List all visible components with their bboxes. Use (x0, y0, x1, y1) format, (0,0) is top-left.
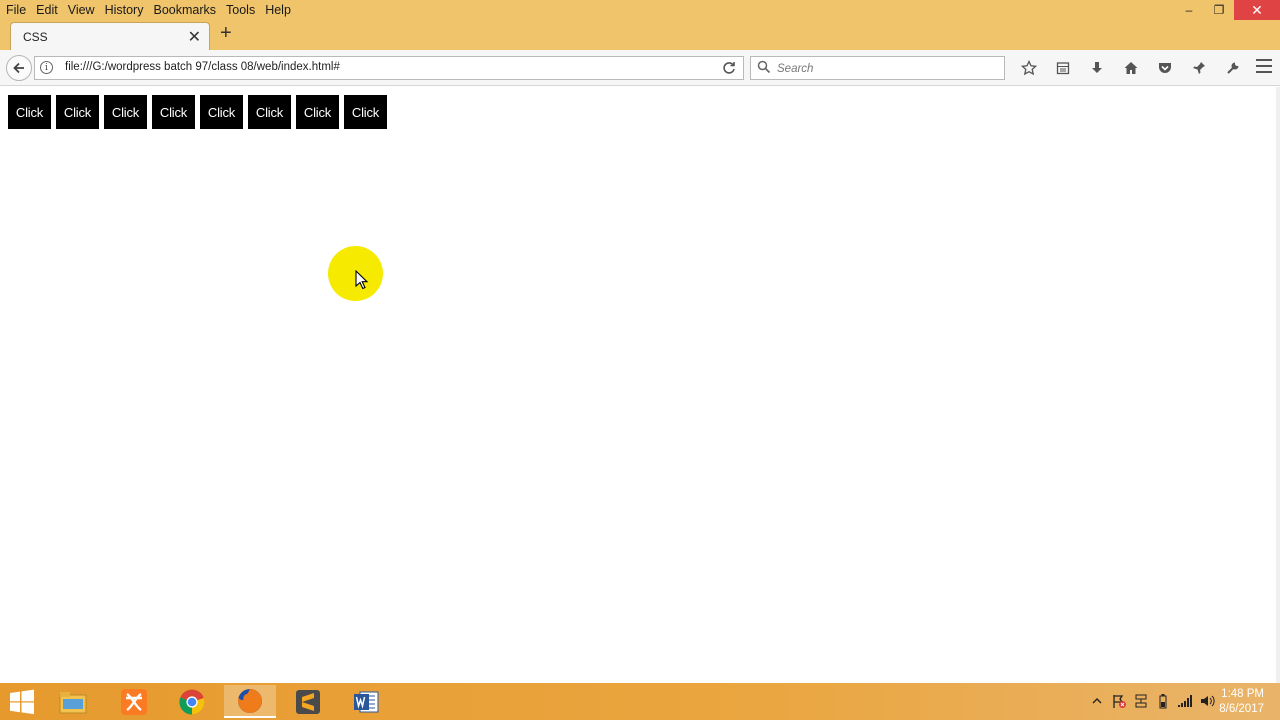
wifi-signal-icon[interactable] (1174, 693, 1196, 709)
menu-edit[interactable]: Edit (36, 3, 58, 17)
minimize-button[interactable]: – (1174, 0, 1204, 20)
xampp-icon (121, 688, 147, 715)
button-row: Click Click Click Click Click Click Clic… (8, 95, 392, 129)
firefox-app[interactable] (224, 685, 276, 718)
network-device-icon[interactable] (1130, 693, 1152, 709)
windows-start-icon[interactable] (8, 689, 36, 715)
click-button-6[interactable]: Click (248, 95, 291, 129)
developer-tools-icon[interactable] (1216, 56, 1250, 80)
tab-close-icon[interactable]: ✕ (188, 27, 201, 47)
extension-pin-icon[interactable] (1182, 56, 1216, 80)
show-hidden-icons-icon[interactable] (1086, 693, 1108, 709)
click-button-7[interactable]: Click (296, 95, 339, 129)
word-app[interactable] (340, 685, 392, 718)
sublime-text-app[interactable] (282, 685, 334, 718)
volume-icon[interactable] (1196, 693, 1218, 709)
system-tray (1086, 693, 1218, 709)
hamburger-line (1256, 71, 1272, 73)
hamburger-line (1256, 59, 1272, 61)
scrollbar[interactable] (1276, 87, 1280, 683)
menu-tools[interactable]: Tools (226, 3, 255, 17)
taskbar-clock[interactable]: 1:48 PM 8/6/2017 (1219, 687, 1264, 717)
mouse-cursor-icon (355, 270, 369, 290)
close-window-button[interactable]: ✕ (1234, 0, 1280, 20)
bookmark-star-icon[interactable] (1012, 56, 1046, 80)
hamburger-line (1256, 65, 1272, 67)
word-icon (354, 691, 379, 712)
battery-icon[interactable] (1152, 693, 1174, 709)
search-bar (750, 56, 1005, 80)
url-bar[interactable]: i file:///G:/wordpress batch 97/class 08… (34, 56, 744, 80)
file-explorer-app[interactable] (47, 685, 99, 718)
click-button-5[interactable]: Click (200, 95, 243, 129)
restore-button[interactable]: ❐ (1204, 0, 1234, 20)
menu-bookmarks[interactable]: Bookmarks (153, 3, 216, 17)
clock-date: 8/6/2017 (1219, 703, 1264, 715)
nav-bar: i file:///G:/wordpress batch 97/class 08… (0, 50, 1280, 86)
menu-hamburger-icon[interactable] (1256, 59, 1272, 77)
folder-icon (59, 691, 87, 713)
back-arrow-icon (13, 62, 24, 74)
reload-icon[interactable] (721, 60, 737, 76)
back-button[interactable] (6, 55, 32, 81)
tab-strip: CSS ✕ + (0, 20, 1280, 50)
menu-help[interactable]: Help (265, 3, 291, 17)
info-icon[interactable]: i (40, 61, 53, 74)
menu-bar: File Edit View History Bookmarks Tools H… (0, 0, 1280, 20)
chrome-icon (179, 689, 205, 715)
click-button-3[interactable]: Click (104, 95, 147, 129)
click-button-4[interactable]: Click (152, 95, 195, 129)
click-button-8[interactable]: Click (344, 95, 387, 129)
firefox-icon (237, 688, 262, 713)
menu-history[interactable]: History (105, 3, 144, 17)
xampp-app[interactable] (108, 685, 160, 718)
menu-file[interactable]: File (6, 3, 26, 17)
page-content: Click Click Click Click Click Click Clic… (0, 87, 1276, 683)
url-text[interactable]: file:///G:/wordpress batch 97/class 08/w… (65, 61, 340, 73)
download-icon[interactable] (1080, 56, 1114, 80)
home-icon[interactable] (1114, 56, 1148, 80)
tab-css[interactable]: CSS ✕ (10, 22, 210, 50)
tab-title: CSS (23, 30, 48, 44)
action-center-flag-icon[interactable] (1108, 693, 1130, 709)
pocket-icon[interactable] (1148, 56, 1182, 80)
new-tab-button[interactable]: + (220, 22, 232, 45)
taskbar: 1:48 PM 8/6/2017 (0, 683, 1280, 720)
clock-time: 1:48 PM (1221, 688, 1264, 700)
search-input[interactable] (775, 59, 999, 79)
menu-items: File Edit View History Bookmarks Tools H… (0, 0, 301, 20)
click-button-2[interactable]: Click (56, 95, 99, 129)
window-controls: – ❐ ✕ (1174, 0, 1280, 20)
bookmarks-menu-icon[interactable] (1046, 56, 1080, 80)
search-icon (757, 60, 771, 74)
chrome-app[interactable] (166, 685, 218, 718)
menu-view[interactable]: View (68, 3, 95, 17)
toolbar-icons (1012, 56, 1250, 80)
sublime-text-icon (296, 689, 320, 714)
click-button-1[interactable]: Click (8, 95, 51, 129)
